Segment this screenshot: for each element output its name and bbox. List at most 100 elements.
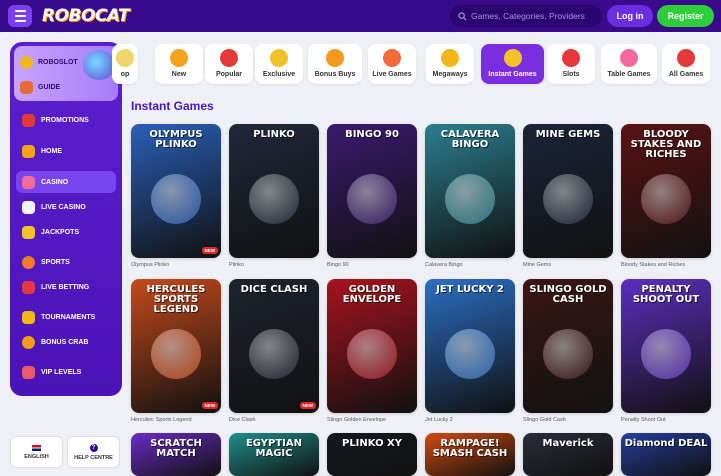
game-title-art: PENALTY SHOOT OUT [632, 284, 700, 305]
tab-popular[interactable]: Popular [205, 44, 253, 84]
game-artwork [347, 174, 397, 224]
tab-new[interactable]: New [155, 44, 203, 84]
trophy-icon [22, 310, 35, 324]
sidebar-item-label: LIVE CASINO [41, 203, 86, 211]
game-name[interactable]: Plinko [229, 262, 244, 268]
game-tile[interactable]: Diamond DEAL [621, 433, 711, 476]
sidebar-item-tournaments[interactable]: TOURNAMENTS [16, 306, 116, 328]
tab-label: Live Games [372, 71, 412, 78]
game-tile[interactable]: OLYMPUS PLINKO NEW [131, 124, 221, 258]
sidebar-item-roboslot[interactable]: ROBOSLOT [20, 56, 78, 69]
gem-icon [270, 49, 288, 67]
game-tile[interactable]: MINE GEMS [523, 124, 613, 258]
game-name[interactable]: Slingo Golden Envelope [327, 417, 386, 423]
game-title-art: MINE GEMS [535, 129, 601, 140]
game-title-art: BINGO 90 [345, 129, 399, 140]
sidebar-item-sports[interactable]: SPORTS [16, 251, 116, 273]
game-name[interactable]: Dice Clash [229, 417, 256, 423]
game-name[interactable]: Olympus Plinko [131, 262, 169, 268]
help-centre-button[interactable]: ? HELP CENTRE [67, 436, 120, 468]
sidebar-item-live-casino[interactable]: LIVE CASINO [16, 196, 116, 218]
sidebar-item-vip-levels[interactable]: VIP LEVELS [16, 361, 116, 383]
game-artwork [445, 174, 495, 224]
game-name[interactable]: Jet Lucky 2 [425, 417, 453, 423]
live-icon [383, 49, 401, 67]
game-tile[interactable]: HERCULES SPORTS LEGEND NEW [131, 279, 221, 413]
game-title-art: JET LUCKY 2 [436, 284, 504, 295]
promo-card[interactable]: ROBOSLOT GUIDE [14, 46, 118, 101]
language-button[interactable]: ENGLISH [10, 436, 63, 468]
menu-button[interactable] [8, 5, 32, 27]
sidebar-item-jackpots[interactable]: JACKPOTS [16, 221, 116, 243]
game-name[interactable]: Slingo Gold Cash [523, 417, 566, 423]
tab-instant-games[interactable]: Instant Games [481, 44, 544, 84]
game-tile[interactable]: JET LUCKY 2 [425, 279, 515, 413]
robot-mascot-icon [83, 50, 115, 80]
logo[interactable]: ROBOCAT [42, 6, 130, 26]
game-artwork [347, 329, 397, 379]
game-name[interactable]: Bingo 90 [327, 262, 349, 268]
ball-icon [22, 255, 35, 269]
tab-label: op [120, 71, 130, 78]
uk-flag-icon [32, 444, 41, 451]
register-button[interactable]: Register [657, 5, 714, 27]
tab-exclusive[interactable]: Exclusive [255, 44, 303, 84]
game-name[interactable]: Hercules: Sports Legend [131, 417, 192, 423]
tab-megaways[interactable]: Megaways [426, 44, 474, 84]
sidebar: ROBOSLOT GUIDE PROMOTIONS HOME CASINO LI… [10, 42, 122, 396]
game-title-art: Maverick [542, 438, 594, 449]
game-tile[interactable]: Maverick [523, 433, 613, 476]
tab-table-games[interactable]: Table Games [601, 44, 657, 84]
sidebar-item-label: VIP LEVELS [41, 368, 82, 376]
help-icon: ? [89, 443, 98, 452]
game-tile[interactable]: DICE CLASH NEW [229, 279, 319, 413]
tab-label: Slots [562, 71, 580, 78]
tab-label: Megaways [432, 71, 468, 78]
sidebar-item-casino[interactable]: CASINO [16, 171, 116, 193]
sidebar-item-promotions[interactable]: PROMOTIONS [16, 109, 116, 131]
top-bar: ROBOCAT Log in Register [0, 0, 721, 32]
login-button[interactable]: Log in [607, 5, 653, 27]
sidebar-item-bonus-crab[interactable]: BONUS CRAB [16, 331, 116, 353]
game-name[interactable]: Calavera Bingo [425, 262, 463, 268]
star-icon [220, 49, 238, 67]
new-badge: NEW [299, 402, 316, 409]
game-tile[interactable]: BLOODY STAKES AND RICHES [621, 124, 711, 258]
search-icon [458, 11, 467, 21]
game-name[interactable]: Mine Gems [523, 262, 551, 268]
tab-label: Table Games [607, 71, 651, 78]
tab-bonus-buys[interactable]: Bonus Buys [308, 44, 362, 84]
tab-label: Instant Games [488, 71, 537, 78]
search-input[interactable] [471, 11, 601, 21]
hamburger-icon [14, 10, 26, 12]
game-artwork [543, 329, 593, 379]
category-tabs: op New Popular Exclusive Bonus Buys Live… [112, 40, 721, 84]
sidebar-item-guide[interactable]: GUIDE [20, 81, 60, 94]
game-tile[interactable]: EGYPTIAN MAGIC [229, 433, 319, 476]
game-tile[interactable]: SLINGO GOLD CASH [523, 279, 613, 413]
game-tile[interactable]: PLINKO XY [327, 433, 417, 476]
game-tile[interactable]: GOLDEN ENVELOPE [327, 279, 417, 413]
game-name[interactable]: Bloody Stakes and Riches [621, 262, 685, 268]
casino-icon [22, 175, 35, 189]
game-tile[interactable]: RAMPAGE! SMASH CASH [425, 433, 515, 476]
game-artwork [641, 174, 691, 224]
tab-live-games[interactable]: Live Games [368, 44, 416, 84]
jackpot-icon [22, 225, 35, 239]
new-badge: NEW [201, 402, 218, 409]
game-tile[interactable]: BINGO 90 [327, 124, 417, 258]
game-title-art: SCRATCH MATCH [150, 438, 202, 459]
tab-slots[interactable]: Slots [547, 44, 595, 84]
game-tile[interactable]: CALAVERA BINGO [425, 124, 515, 258]
slots-icon [562, 49, 580, 67]
game-tile[interactable]: PENALTY SHOOT OUT [621, 279, 711, 413]
game-name[interactable]: Penalty Shoot Out [621, 417, 666, 423]
tab-top[interactable]: op [112, 44, 138, 84]
coin-icon [20, 56, 33, 69]
tab-all-games[interactable]: All Games [662, 44, 710, 84]
search-box[interactable] [450, 5, 602, 27]
game-tile[interactable]: PLINKO [229, 124, 319, 258]
sidebar-item-live-betting[interactable]: LIVE BETTING [16, 276, 116, 298]
sidebar-item-home[interactable]: HOME [16, 140, 116, 162]
game-tile[interactable]: SCRATCH MATCH [131, 433, 221, 476]
